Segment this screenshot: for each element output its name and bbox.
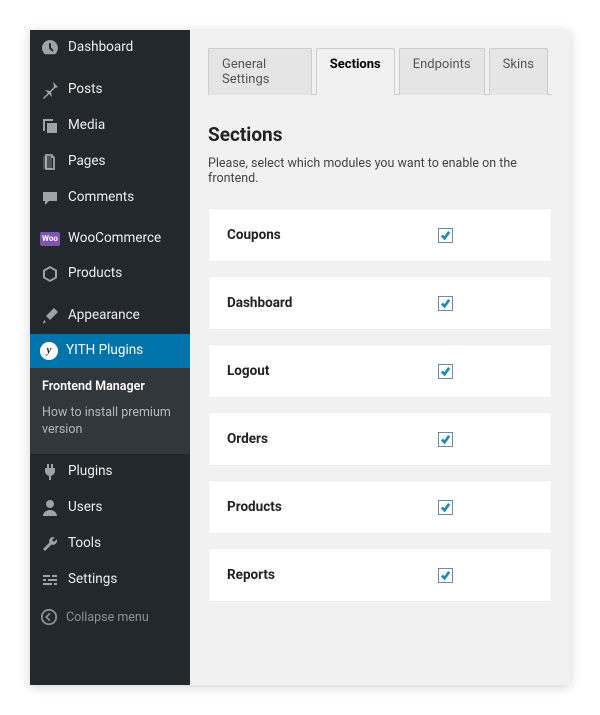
sidebar-item-label: Posts [68, 81, 102, 99]
submenu-item-install-help[interactable]: How to install premium version [30, 400, 190, 444]
check-icon [440, 570, 451, 581]
cube-icon [40, 264, 60, 284]
sidebar-item-label: Comments [68, 189, 134, 207]
sidebar-item-label: Dashboard [68, 39, 133, 57]
sidebar-item-posts[interactable]: Posts [30, 72, 190, 108]
module-checkbox-orders[interactable] [438, 432, 453, 447]
user-icon [40, 498, 60, 518]
module-list: Coupons Dashboard Logout Orders [208, 208, 552, 602]
page-description: Please, select which modules you want to… [208, 156, 552, 186]
module-label: Logout [227, 363, 438, 379]
sidebar-item-yith-plugins[interactable]: y YITH Plugins [30, 334, 190, 368]
collapse-icon [40, 608, 58, 626]
module-checkbox-dashboard[interactable] [438, 296, 453, 311]
module-label: Coupons [227, 227, 438, 243]
module-label: Reports [227, 567, 438, 583]
sidebar-item-tools[interactable]: Tools [30, 526, 190, 562]
pages-icon [40, 152, 60, 172]
yith-icon: y [40, 342, 58, 360]
check-icon [440, 366, 451, 377]
woocommerce-icon: Woo [40, 232, 60, 246]
submenu-item-frontend-manager[interactable]: Frontend Manager [30, 374, 190, 401]
tab-skins[interactable]: Skins [489, 48, 548, 95]
brush-icon [40, 306, 60, 326]
plug-icon [40, 462, 60, 482]
wrench-icon [40, 534, 60, 554]
sidebar-item-dashboard[interactable]: Dashboard [30, 30, 190, 66]
sidebar-item-products[interactable]: Products [30, 256, 190, 292]
tab-endpoints[interactable]: Endpoints [399, 48, 485, 95]
module-checkbox-products[interactable] [438, 500, 453, 515]
main-content: General Settings Sections Endpoints Skin… [190, 30, 570, 685]
sidebar-item-label: Tools [68, 535, 101, 553]
sidebar-item-label: YITH Plugins [66, 342, 143, 360]
check-icon [440, 434, 451, 445]
module-row-products: Products [208, 480, 552, 534]
module-checkbox-reports[interactable] [438, 568, 453, 583]
sidebar-item-users[interactable]: Users [30, 490, 190, 526]
sidebar-item-label: Plugins [68, 463, 113, 481]
sidebar-item-label: Pages [68, 153, 106, 171]
collapse-label: Collapse menu [66, 610, 149, 625]
check-icon [440, 230, 451, 241]
sidebar-item-plugins[interactable]: Plugins [30, 454, 190, 490]
gauge-icon [40, 38, 60, 58]
check-icon [440, 298, 451, 309]
pin-icon [40, 80, 60, 100]
module-row-dashboard: Dashboard [208, 276, 552, 330]
tab-sections[interactable]: Sections [316, 48, 395, 95]
module-label: Dashboard [227, 295, 438, 311]
app-frame: Dashboard Posts Media Pages Comments [30, 30, 570, 685]
module-label: Products [227, 499, 438, 515]
sidebar-item-label: Users [68, 499, 102, 517]
sidebar-item-label: Appearance [68, 307, 140, 325]
tab-general-settings[interactable]: General Settings [208, 48, 312, 95]
module-row-orders: Orders [208, 412, 552, 466]
check-icon [440, 502, 451, 513]
module-checkbox-logout[interactable] [438, 364, 453, 379]
admin-sidebar: Dashboard Posts Media Pages Comments [30, 30, 190, 685]
sliders-icon [40, 570, 60, 590]
sidebar-item-pages[interactable]: Pages [30, 144, 190, 180]
collapse-menu-button[interactable]: Collapse menu [30, 598, 190, 636]
sidebar-item-label: Settings [68, 571, 117, 589]
sidebar-item-woocommerce[interactable]: Woo WooCommerce [30, 222, 190, 256]
sidebar-item-comments[interactable]: Comments [30, 180, 190, 216]
page-title: Sections [208, 123, 552, 146]
module-row-logout: Logout [208, 344, 552, 398]
comment-icon [40, 188, 60, 208]
sidebar-item-appearance[interactable]: Appearance [30, 298, 190, 334]
sidebar-item-label: Media [68, 117, 105, 135]
settings-tabs: General Settings Sections Endpoints Skin… [208, 48, 552, 95]
module-checkbox-coupons[interactable] [438, 228, 453, 243]
module-row-reports: Reports [208, 548, 552, 602]
media-icon [40, 116, 60, 136]
sidebar-submenu: Frontend Manager How to install premium … [30, 368, 190, 455]
sidebar-item-settings[interactable]: Settings [30, 562, 190, 598]
module-row-coupons: Coupons [208, 208, 552, 262]
sidebar-item-label: Products [68, 265, 122, 283]
sidebar-item-media[interactable]: Media [30, 108, 190, 144]
sidebar-item-label: WooCommerce [68, 230, 161, 248]
module-label: Orders [227, 431, 438, 447]
